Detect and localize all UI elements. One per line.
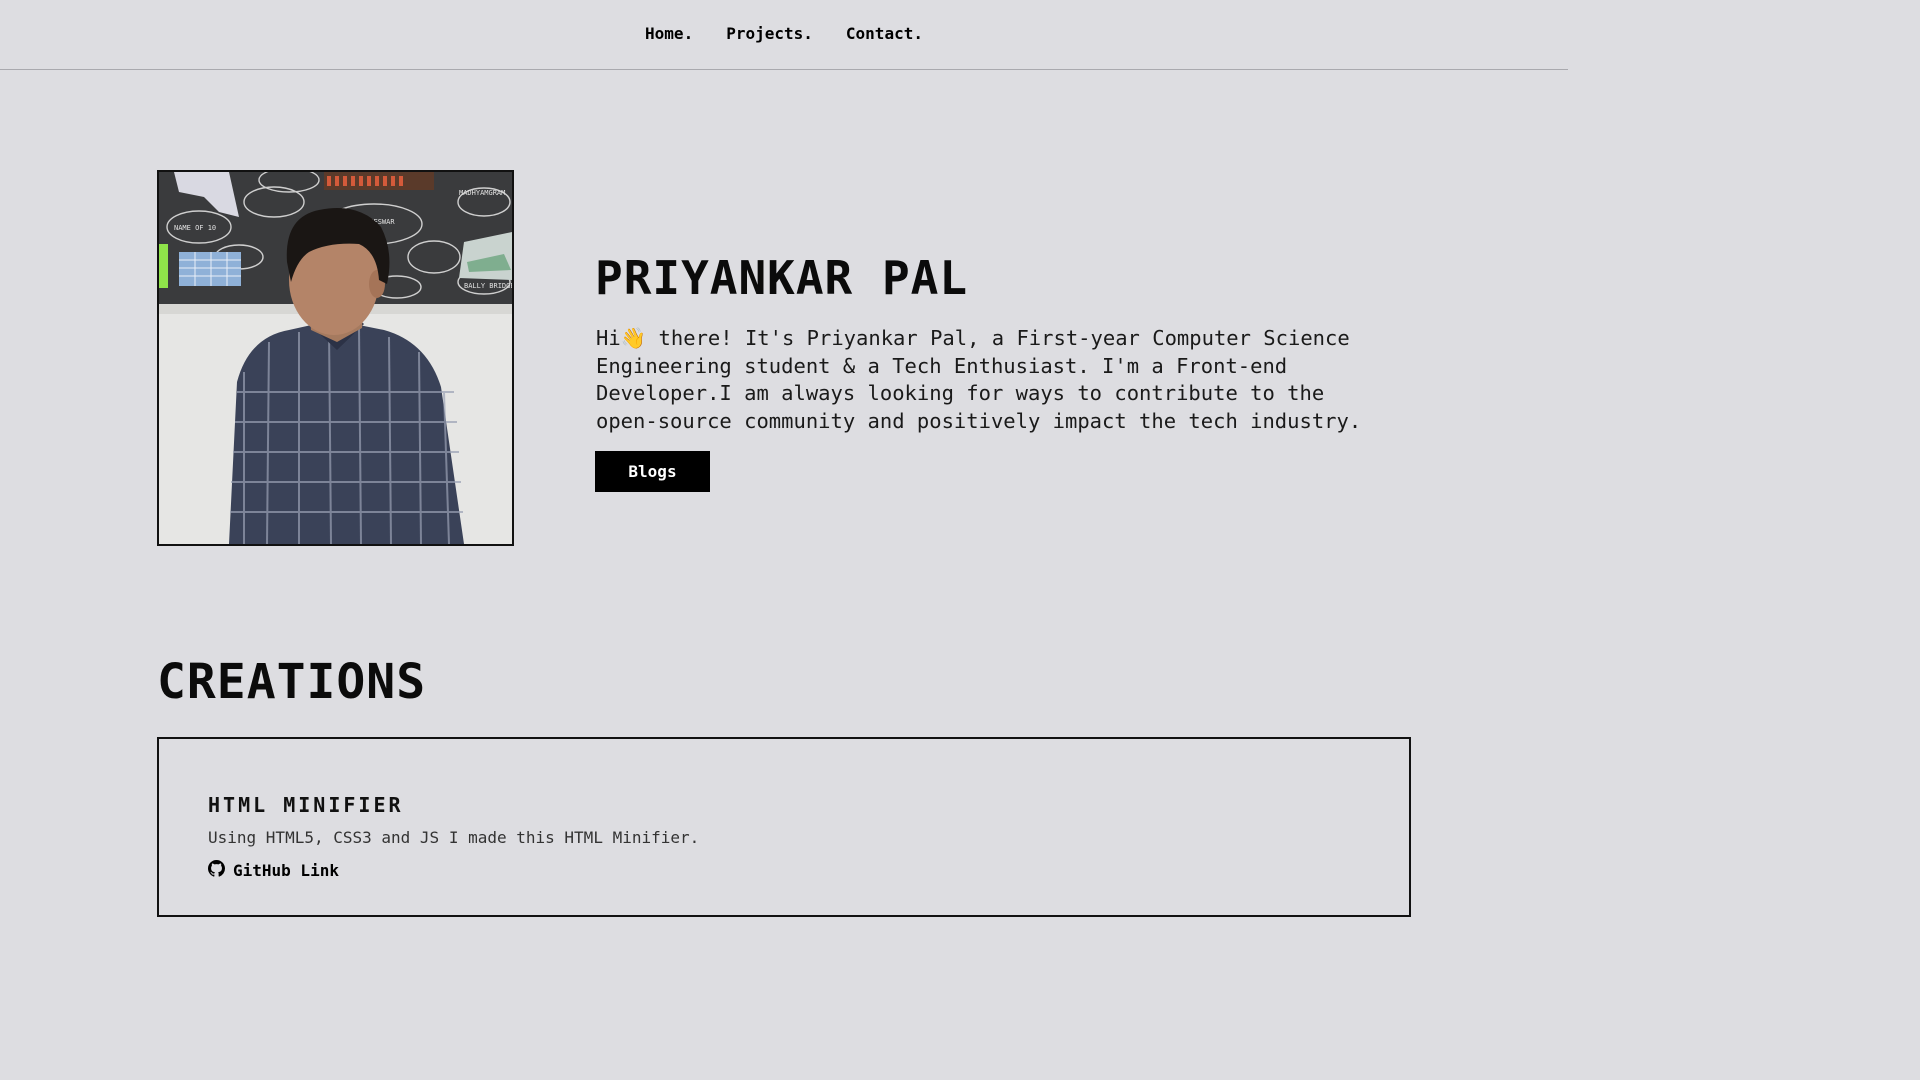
project-title: HTML MINIFIER: [208, 793, 404, 817]
project-card: HTML MINIFIER Using HTML5, CSS3 and JS I…: [157, 737, 1411, 917]
hero-name: PRIYANKAR PAL: [595, 251, 969, 305]
photo-sign-3: BALLY BRIDGE: [464, 282, 512, 290]
nav-projects-link[interactable]: Projects.: [726, 24, 813, 43]
nav-home-link[interactable]: Home.: [645, 24, 693, 43]
hero-bio: Hi👋 there! It's Priyankar Pal, a First-y…: [596, 326, 1362, 434]
photo-sign-1: MADHYAMGRAM: [459, 189, 505, 197]
creations-title: CREATIONS: [157, 654, 427, 710]
top-navbar: Home. Projects. Contact.: [0, 0, 1568, 70]
github-icon: [208, 860, 225, 881]
github-link-label: GitHub Link: [233, 861, 339, 880]
nav-links: Home. Projects. Contact.: [0, 24, 1568, 43]
nav-contact-link[interactable]: Contact.: [846, 24, 923, 43]
project-description: Using HTML5, CSS3 and JS I made this HTM…: [208, 828, 700, 847]
github-link[interactable]: GitHub Link: [208, 860, 339, 881]
blogs-button[interactable]: Blogs: [595, 451, 710, 492]
photo-sign-4: NAME OF 10: [174, 224, 216, 232]
profile-photo: MADHYAMGRAM DAKSHINESWAR BALLY BRIDGE NA…: [157, 170, 514, 546]
